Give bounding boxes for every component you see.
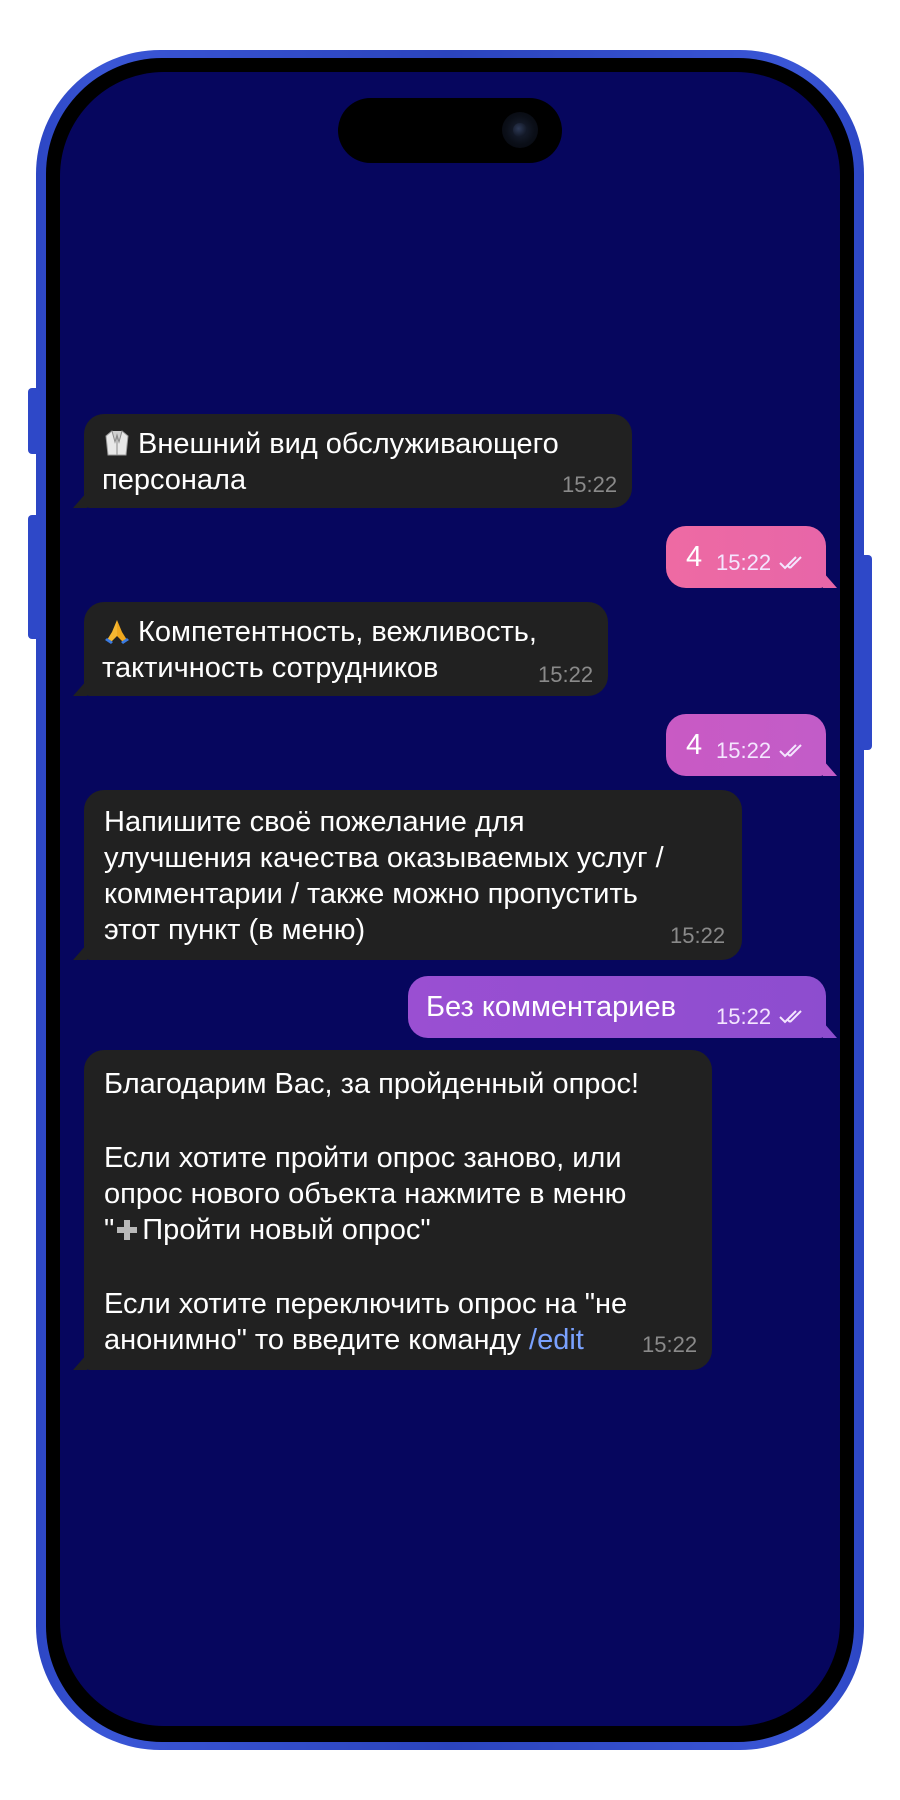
- message-text: улучшения качества оказываемых услуг /: [104, 842, 664, 874]
- message-text: комментарии / также можно пропустить: [104, 878, 638, 910]
- message-incoming[interactable]: Компетентность, вежливость, тактичность …: [73, 602, 608, 696]
- message-time: 15:22: [716, 550, 772, 575]
- plus-icon: [117, 1220, 138, 1240]
- message-time: 15:22: [716, 738, 772, 763]
- message-time: 15:22: [562, 472, 618, 497]
- message-incoming[interactable]: Напишите своё пожелание для улучшения ка…: [73, 790, 742, 960]
- message-text: Благодарим Вас, за пройденный опрос!: [104, 1068, 640, 1100]
- coat-icon: [105, 430, 129, 456]
- message-text: персонала: [102, 464, 247, 496]
- camera-icon: [502, 112, 538, 148]
- action-button: [28, 388, 40, 454]
- message-time: 15:22: [642, 1332, 698, 1357]
- double-check-icon: [779, 744, 802, 758]
- folded-hands-icon: [105, 620, 129, 644]
- power-button: [860, 555, 872, 750]
- message-incoming[interactable]: Благодарим Вас, за пройденный опрос! Есл…: [73, 1050, 712, 1370]
- message-time: 15:22: [538, 662, 594, 687]
- message-text: тактичность сотрудников: [102, 652, 439, 684]
- message-outgoing[interactable]: 4 15:22: [666, 714, 837, 776]
- message-text: 4: [686, 541, 703, 573]
- message-text: Внешний вид обслуживающего: [138, 428, 559, 460]
- message-text: Если хотите переключить опрос на "не: [104, 1288, 628, 1320]
- volume-button: [28, 515, 40, 639]
- message-time: 15:22: [716, 1004, 772, 1029]
- double-check-icon: [779, 556, 802, 570]
- message-text: анонимно" то введите команду: [104, 1324, 530, 1356]
- message-text: Без комментариев: [426, 991, 676, 1023]
- message-text: 4: [686, 729, 703, 761]
- message-incoming[interactable]: Внешний вид обслуживающего персонала 15:…: [73, 414, 632, 508]
- message-outgoing[interactable]: 4 15:22: [666, 526, 837, 588]
- message-text: Если хотите пройти опрос заново, или: [104, 1142, 622, 1174]
- message-text: Компетентность, вежливость,: [138, 616, 537, 648]
- message-text: опрос нового объекта нажмите в меню: [104, 1178, 627, 1210]
- message-text: этот пункт (в меню): [104, 914, 366, 946]
- message-time: 15:22: [670, 923, 726, 948]
- double-check-icon: [779, 1010, 802, 1024]
- message-text: Пройти новый опрос": [142, 1214, 431, 1246]
- edit-command-link[interactable]: /edit: [529, 1324, 584, 1356]
- message-text: Напишите своё пожелание для: [104, 806, 525, 838]
- message-text: ": [104, 1214, 115, 1246]
- message-outgoing[interactable]: Без комментариев 15:22: [408, 976, 837, 1038]
